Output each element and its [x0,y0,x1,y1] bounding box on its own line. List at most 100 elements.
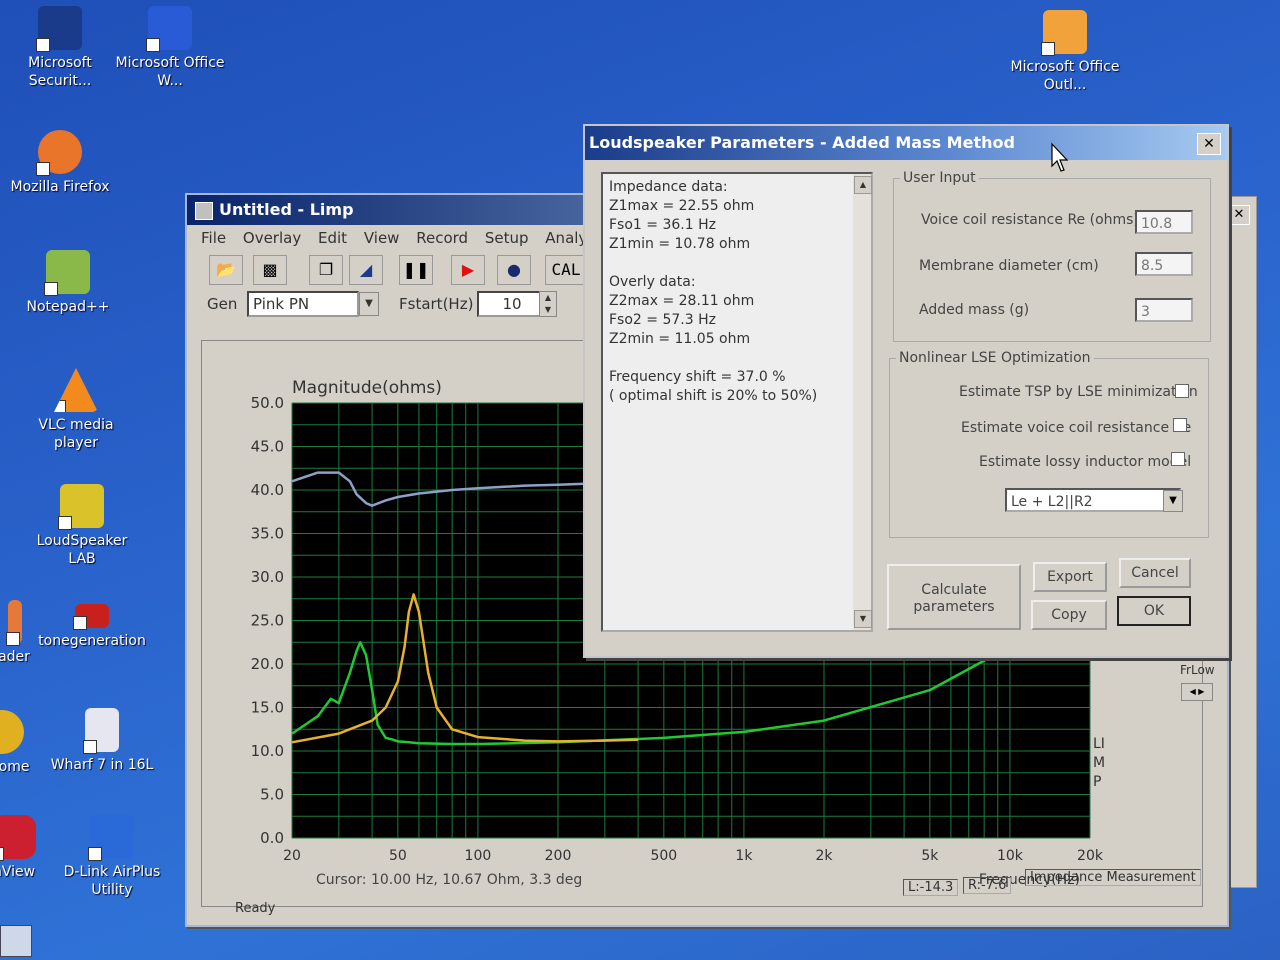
status-left-level: L:-14.3 [903,879,959,896]
diameter-label: Membrane diameter (cm) [919,258,1099,274]
firefox-app-icon [36,130,82,176]
y-tick-label: 15.0 [251,699,284,717]
vertical-scrollbar[interactable]: ▲ ▼ [853,174,872,630]
status-right-level: R:-7.6 [963,877,1012,894]
calendar-icon[interactable] [0,925,32,957]
menu-file[interactable]: File [201,229,226,247]
frlow-spinner[interactable]: ◀ ▶ [1181,683,1213,701]
close-icon[interactable]: ✕ [1228,205,1250,225]
desktop-icon-outlook[interactable]: Microsoft Office Outl... [1005,10,1125,94]
outlook-app-icon [1041,10,1087,56]
document-app-icon [83,708,119,754]
dialog-titlebar[interactable]: Loudspeaker Parameters - Added Mass Meth… [585,126,1227,160]
info-line: Z2min = 11.05 ohm [609,331,751,347]
desktop-icon-label: ader [0,649,30,665]
y-tick-label: 25.0 [251,612,284,630]
chevron-down-icon[interactable]: ▼ [1163,490,1183,512]
pause-button[interactable]: ❚❚ [399,255,433,285]
gen-label: Gen [207,295,238,313]
desktop-icon-firefox[interactable]: Mozilla Firefox [0,130,120,196]
cb1-label: Estimate TSP by LSE minimization [959,384,1198,400]
gen-value: Pink PN [253,295,310,313]
x-tick-label: 200 [545,848,572,864]
y-tick-label: 35.0 [251,525,284,543]
calculate-parameters-button[interactable]: Calculate parameters [887,564,1021,630]
lse-title: Nonlinear LSE Optimization [899,350,1091,366]
fstart-spinner[interactable]: ▲ ▼ [539,291,557,317]
info-line: Z1max = 22.55 ohm [609,198,755,214]
menu-setup[interactable]: Setup [485,229,529,247]
y-tick-label: 50.0 [251,394,284,412]
info-line: Overly data: [609,274,696,290]
security-app-icon [36,6,82,52]
desktop-icon-reader[interactable]: ader [0,600,74,666]
menu-overlay[interactable]: Overlay [243,229,301,247]
ok-button[interactable]: OK [1117,596,1191,626]
side-limp-label: LIMP [1093,736,1106,790]
re-label: Voice coil resistance Re (ohms) [921,212,1139,228]
x-tick-label: 10k [997,848,1024,864]
x-tick-label: 5k [921,848,939,864]
play-button[interactable]: ▶ [451,255,485,285]
fstart-input[interactable]: 10 [477,291,543,317]
lossy-inductor-checkbox[interactable] [1171,452,1185,466]
x-tick-label: 20k [1077,848,1104,864]
desktop-icon-label: Mozilla Firefox [10,179,110,195]
copy-button[interactable]: Copy [1031,600,1107,630]
desktop-icon-loudspeakerlab[interactable]: LoudSpeaker LAB [22,484,142,568]
nview-app-icon [0,815,36,861]
scroll-up-icon[interactable]: ▲ [854,176,872,194]
fstart-value: 10 [502,295,522,313]
results-textbox[interactable]: Impedance data: Z1max = 22.55 ohm Fso1 =… [601,172,873,632]
cursor-readout: Cursor: 10.00 Hz, 10.67 Ohm, 3.3 deg [316,872,582,888]
desktop-icon-wharf[interactable]: Wharf 7 in 16L [42,708,162,774]
chevron-down-icon[interactable]: ▼ [359,292,379,316]
x-tick-label: 20 [283,848,301,864]
cb3-label: Estimate lossy inductor model [979,454,1192,470]
info-line: Impedance data: [609,179,728,195]
scroll-down-icon[interactable]: ▼ [854,610,872,628]
open-button[interactable]: 📂 [209,255,243,285]
overlay-button[interactable]: ◢ [349,255,383,285]
export-button[interactable]: Export [1033,562,1107,592]
estimate-re-checkbox[interactable] [1173,418,1187,432]
menu-view[interactable]: View [364,229,400,247]
cal-button[interactable]: CAL [545,255,587,285]
desktop-icon-notepadpp[interactable]: Notepad++ [8,250,128,316]
menu-edit[interactable]: Edit [318,229,347,247]
dialog-title: Loudspeaker Parameters - Added Mass Meth… [589,133,1015,152]
inductor-model-value: Le + L2||R2 [1011,494,1093,510]
save-button[interactable]: ▩ [253,255,287,285]
desktop-icon-vlc[interactable]: VLC media player [16,368,136,452]
lse-minimization-checkbox[interactable] [1175,384,1189,398]
word-app-icon [146,6,192,52]
re-input[interactable]: 10.8 [1135,210,1193,234]
x-tick-label: 500 [650,848,677,864]
desktop-icon-word[interactable]: Microsoft Office W... [110,6,230,90]
diameter-input[interactable]: 8.5 [1135,252,1193,276]
limp-app-icon [195,202,213,220]
y-tick-label: 5.0 [260,786,284,804]
desktop-icon-label: Microsoft Office Outl... [1010,59,1120,93]
inductor-model-select[interactable]: Le + L2||R2 [1005,488,1181,512]
record-button[interactable]: ● [497,255,531,285]
desktop-icon-nview[interactable]: nView [0,815,74,881]
window-title: Untitled - Limp [219,200,354,219]
close-icon[interactable]: ✕ [1197,133,1221,155]
desktop-icon-security[interactable]: Microsoft Securit... [0,6,120,90]
y-tick-label: 45.0 [251,438,284,456]
copy-button[interactable]: ❐ [309,255,343,285]
menu-record[interactable]: Record [416,229,468,247]
mass-input[interactable]: 3 [1135,298,1193,322]
side-frlow-label: FrLow [1180,663,1215,677]
y-tick-label: 40.0 [251,481,284,499]
desktop-icon-label: Microsoft Office W... [115,55,225,89]
notepadpp-app-icon [44,250,90,296]
tonegeneration-app-icon [73,604,109,630]
info-line: ( optimal shift is 20% to 50%) [609,388,818,404]
fstart-label: Fstart(Hz) [399,295,474,313]
chrome-app-icon [0,710,24,754]
cb2-label: Estimate voice coil resistance Re [961,420,1192,436]
gen-select[interactable]: Pink PN [247,291,359,317]
cancel-button[interactable]: Cancel [1119,558,1191,588]
